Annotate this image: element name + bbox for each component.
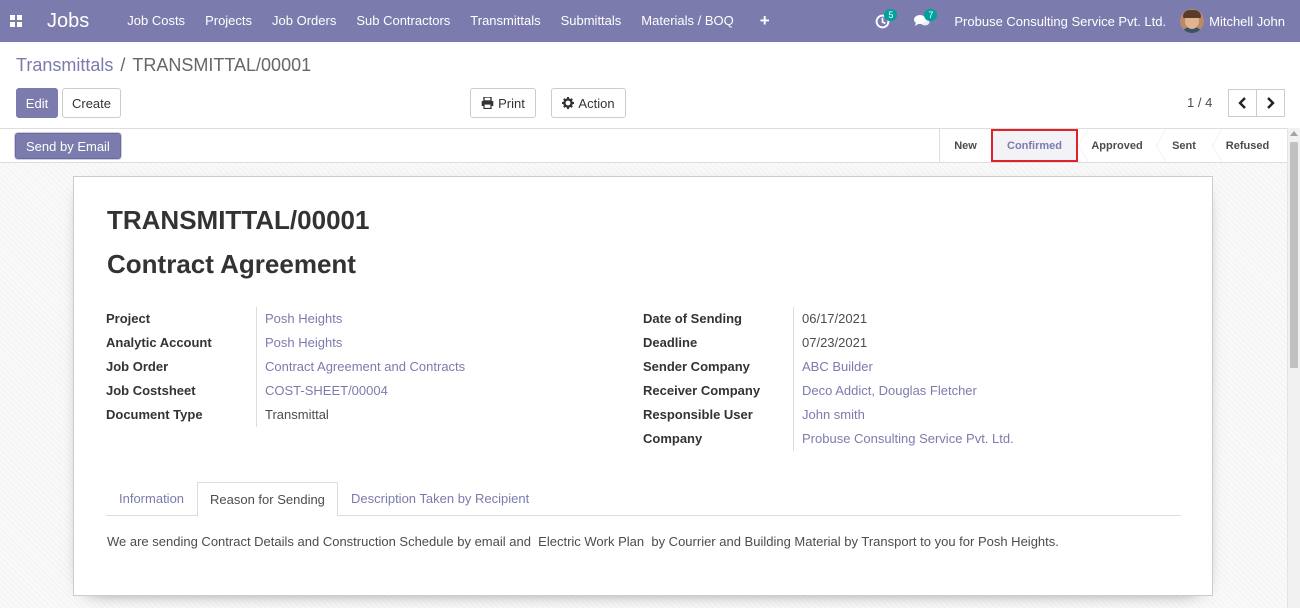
left-field-group: Project Posh Heights Analytic Account Po… [106, 307, 606, 427]
stage-pipeline: New Confirmed Approved Sent Refused [939, 129, 1283, 162]
date-of-sending-value: 06/17/2021 [802, 311, 868, 326]
document-type-value: Transmittal [265, 407, 329, 422]
breadcrumb: Transmittals / TRANSMITTAL/00001 [16, 55, 311, 76]
field-project: Project Posh Heights [106, 307, 606, 331]
field-label: Sender Company [643, 359, 750, 374]
field-label: Date of Sending [643, 311, 742, 326]
stage-refused[interactable]: Refused [1212, 129, 1283, 162]
apps-menu-icon[interactable] [0, 0, 32, 42]
pager-previous-button[interactable] [1228, 89, 1257, 117]
record-reference: TRANSMITTAL/00001 [107, 205, 370, 235]
notebook-tabs: Information Reason for Sending Descripti… [106, 482, 1181, 517]
field-company: Company Probuse Consulting Service Pvt. … [643, 427, 1163, 451]
field-label: Job Costsheet [106, 383, 196, 398]
stage-new[interactable]: New [939, 129, 991, 162]
job-costsheet-link[interactable]: COST-SHEET/00004 [265, 383, 388, 398]
menu-item-sub-contractors[interactable]: Sub Contractors [346, 0, 460, 42]
avatar [1180, 9, 1205, 33]
top-navbar: Jobs Job Costs Projects Job Orders Sub C… [0, 0, 1300, 42]
right-field-group: Date of Sending 06/17/2021 Deadline 07/2… [643, 307, 1163, 451]
responsible-user-link[interactable]: John smith [802, 407, 865, 422]
field-label: Receiver Company [643, 383, 761, 398]
sender-company-link[interactable]: ABC Builder [802, 359, 873, 374]
scroll-up-arrow-icon[interactable] [1290, 131, 1298, 136]
activity-count-badge: 5 [884, 9, 898, 21]
gear-icon [562, 97, 575, 109]
menu-item-job-costs[interactable]: Job Costs [117, 0, 195, 42]
field-label: Company [643, 431, 703, 446]
form-sheet: TRANSMITTAL/00001 Contract Agreement Pro… [73, 176, 1213, 596]
print-icon [481, 97, 494, 109]
print-label: Print [498, 95, 525, 111]
action-label: Action [578, 95, 615, 111]
chevron-right-icon [1267, 97, 1275, 109]
user-menu[interactable]: Mitchell John [1180, 9, 1300, 33]
field-label: Responsible User [643, 407, 753, 422]
breadcrumb-separator: / [120, 55, 126, 75]
job-order-link[interactable]: Contract Agreement and Contracts [265, 359, 465, 374]
company-link[interactable]: Probuse Consulting Service Pvt. Ltd. [802, 431, 1014, 446]
analytic-account-link[interactable]: Posh Heights [265, 335, 342, 350]
action-button[interactable]: Action [551, 88, 626, 118]
reason-for-sending-text: We are sending Contract Details and Cons… [107, 534, 1059, 549]
menu-item-transmittals[interactable]: Transmittals [460, 0, 550, 42]
create-button[interactable]: Create [62, 88, 121, 118]
form-statusbar: Send by Email New Confirmed Approved Sen… [0, 128, 1300, 163]
tab-reason-for-sending[interactable]: Reason for Sending [197, 482, 338, 517]
user-name: Mitchell John [1209, 13, 1285, 29]
field-label: Project [106, 311, 151, 326]
field-label: Document Type [106, 407, 203, 422]
field-date-of-sending: Date of Sending 06/17/2021 [643, 307, 1163, 331]
messages-chat-icon[interactable]: 7 [902, 0, 942, 42]
menu-item-materials-boq[interactable]: Materials / BOQ [631, 0, 743, 42]
field-job-costsheet: Job Costsheet COST-SHEET/00004 [106, 379, 606, 403]
field-label: Job Order [106, 359, 169, 374]
breadcrumb-parent-link[interactable]: Transmittals [16, 55, 113, 76]
plus-icon[interactable]: + [744, 0, 786, 42]
tab-description-taken-by-recipient[interactable]: Description Taken by Recipient [339, 482, 541, 516]
menu-item-projects[interactable]: Projects [195, 0, 262, 42]
field-label: Analytic Account [106, 335, 212, 350]
print-button[interactable]: Print [470, 88, 536, 118]
field-sender-company: Sender Company ABC Builder [643, 355, 1163, 379]
field-responsible-user: Responsible User John smith [643, 403, 1163, 427]
receiver-company-link[interactable]: Deco Addict, Douglas Fletcher [802, 383, 977, 398]
chevron-left-icon [1238, 97, 1246, 109]
navbar-systray: 5 7 Probuse Consulting Service Pvt. Ltd.… [862, 0, 1300, 42]
scrollbar-thumb[interactable] [1290, 142, 1298, 368]
activity-clock-icon[interactable]: 5 [862, 0, 902, 42]
field-receiver-company: Receiver Company Deco Addict, Douglas Fl… [643, 379, 1163, 403]
menu-item-job-orders[interactable]: Job Orders [262, 0, 346, 42]
app-title[interactable]: Jobs [47, 10, 89, 33]
menu-item-submittals[interactable]: Submittals [551, 0, 632, 42]
field-analytic-account: Analytic Account Posh Heights [106, 331, 606, 355]
vertical-scrollbar[interactable] [1287, 128, 1300, 608]
breadcrumb-current: TRANSMITTAL/00001 [132, 55, 312, 75]
company-switcher[interactable]: Probuse Consulting Service Pvt. Ltd. [942, 14, 1180, 29]
deadline-value: 07/23/2021 [802, 335, 868, 350]
stage-approved[interactable]: Approved [1078, 129, 1156, 162]
record-title: Contract Agreement [107, 249, 356, 279]
edit-button[interactable]: Edit [16, 88, 58, 118]
field-document-type: Document Type Transmittal [106, 403, 606, 427]
send-by-email-button[interactable]: Send by Email [15, 133, 121, 159]
project-link[interactable]: Posh Heights [265, 311, 342, 326]
pager-next-button[interactable] [1256, 89, 1285, 117]
main-menu: Job Costs Projects Job Orders Sub Contra… [117, 0, 785, 42]
stage-sent[interactable]: Sent [1156, 129, 1212, 162]
field-job-order: Job Order Contract Agreement and Contrac… [106, 355, 606, 379]
tab-information[interactable]: Information [107, 482, 196, 516]
field-deadline: Deadline 07/23/2021 [643, 331, 1163, 355]
pager-value[interactable]: 1 / 4 [1187, 95, 1212, 110]
message-count-badge: 7 [924, 9, 938, 21]
field-label: Deadline [643, 335, 698, 350]
stage-confirmed[interactable]: Confirmed [991, 129, 1078, 162]
